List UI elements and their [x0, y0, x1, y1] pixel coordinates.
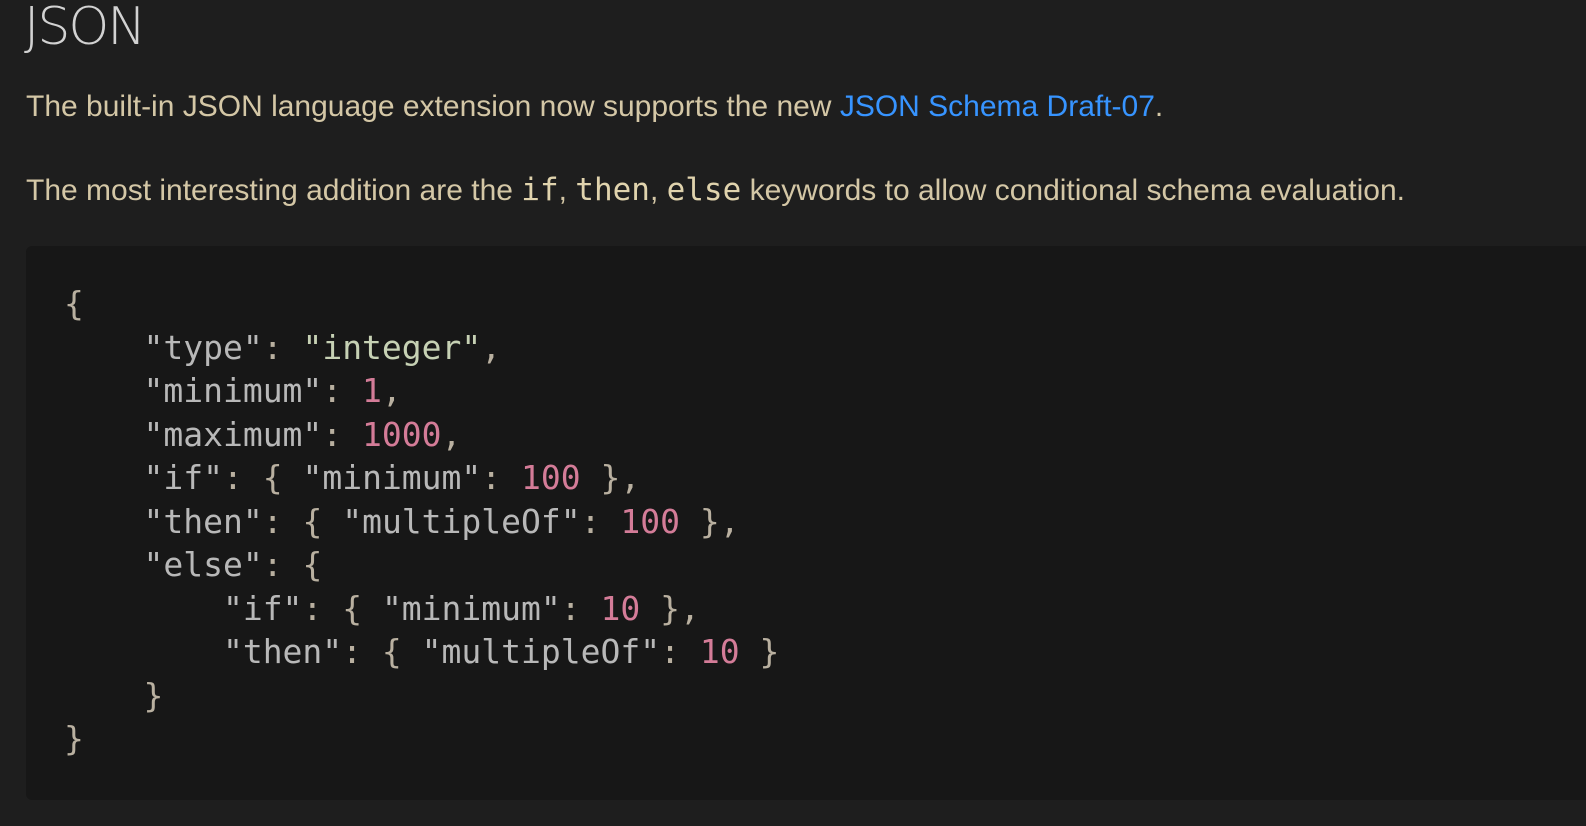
json-key: "minimum": [302, 458, 482, 497]
code-line: "then": { "multipleOf": 10 }: [64, 630, 779, 674]
json-key: "minimum": [143, 371, 323, 410]
json-number-value: 100: [521, 458, 581, 497]
punctuation: :: [302, 588, 343, 628]
code-block: { "type": "integer", "minimum": 1, "maxi…: [26, 246, 1586, 800]
section-heading: JSON: [24, 0, 146, 57]
punctuation: :: [580, 501, 621, 541]
brace: {: [342, 588, 382, 628]
code-line: "else": {: [64, 543, 779, 587]
brace: {: [64, 284, 84, 323]
json-key: "multipleOf": [421, 632, 661, 671]
brace: }: [64, 719, 84, 758]
punctuation: :: [262, 501, 303, 541]
keyword-else: else: [666, 172, 742, 208]
json-key: "if": [143, 458, 223, 497]
punctuation: :: [481, 458, 522, 497]
punctuation: :: [660, 632, 700, 671]
json-number-value: 1: [362, 371, 382, 410]
punctuation: :: [342, 632, 382, 671]
json-number-value: 10: [600, 588, 641, 628]
code-line: }: [64, 717, 779, 761]
brace: {: [381, 632, 422, 671]
paragraph-text: ,: [649, 174, 667, 207]
code-line: "if": { "minimum": 10 },: [64, 587, 779, 631]
punctuation: ,: [441, 414, 462, 454]
paragraph-draft07: The built-in JSON language extension now…: [26, 89, 1163, 125]
code-line: "then": { "multipleOf": 100 },: [64, 500, 779, 544]
json-number-value: 100: [620, 501, 680, 541]
brace: }: [143, 675, 164, 715]
json-number-value: 10: [699, 632, 740, 671]
code-line: {: [64, 282, 779, 326]
json-key: "else": [143, 545, 263, 584]
json-key: "if": [222, 588, 303, 628]
paragraph-text: .: [1154, 90, 1164, 123]
json-key: "then": [222, 632, 343, 671]
code-line: "maximum": 1000,: [64, 413, 779, 457]
keyword-then: then: [575, 172, 650, 208]
punctuation: :: [262, 545, 303, 584]
json-key: "type": [143, 327, 263, 367]
json-number-value: 1000: [362, 414, 442, 454]
brace: {: [262, 458, 303, 497]
paragraph-text: The most interesting addition are the: [26, 174, 522, 207]
json-key: "minimum": [381, 588, 561, 628]
json-key: "multipleOf": [342, 501, 581, 541]
code-line: }: [64, 674, 779, 718]
json-string-value: "integer": [302, 327, 482, 367]
brace: {: [302, 501, 343, 541]
punctuation: :: [262, 327, 303, 367]
code-line: "minimum": 1,: [64, 369, 779, 413]
code-line: "type": "integer",: [64, 326, 779, 370]
brace: },: [679, 501, 740, 541]
punctuation: :: [322, 371, 363, 410]
json-key: "maximum": [143, 414, 323, 454]
code-line: "if": { "minimum": 100 },: [64, 456, 779, 500]
punctuation: :: [322, 414, 363, 454]
brace: },: [580, 458, 641, 497]
json-schema-draft07-link[interactable]: JSON Schema Draft-07: [840, 90, 1155, 123]
punctuation: :: [222, 458, 263, 497]
punctuation: ,: [381, 371, 402, 410]
json-key: "then": [143, 501, 263, 541]
keyword-if: if: [521, 172, 559, 208]
punctuation: :: [560, 588, 601, 628]
paragraph-text: keywords to allow conditional schema eva…: [741, 174, 1405, 207]
paragraph-conditional: The most interesting addition are the if…: [26, 172, 1405, 209]
brace: },: [640, 588, 700, 628]
paragraph-text: The built-in JSON language extension now…: [26, 90, 840, 123]
paragraph-text: ,: [558, 174, 576, 207]
punctuation: ,: [481, 327, 502, 367]
code-content: { "type": "integer", "minimum": 1, "maxi…: [64, 282, 779, 761]
brace: {: [302, 545, 323, 584]
brace: }: [739, 632, 780, 671]
